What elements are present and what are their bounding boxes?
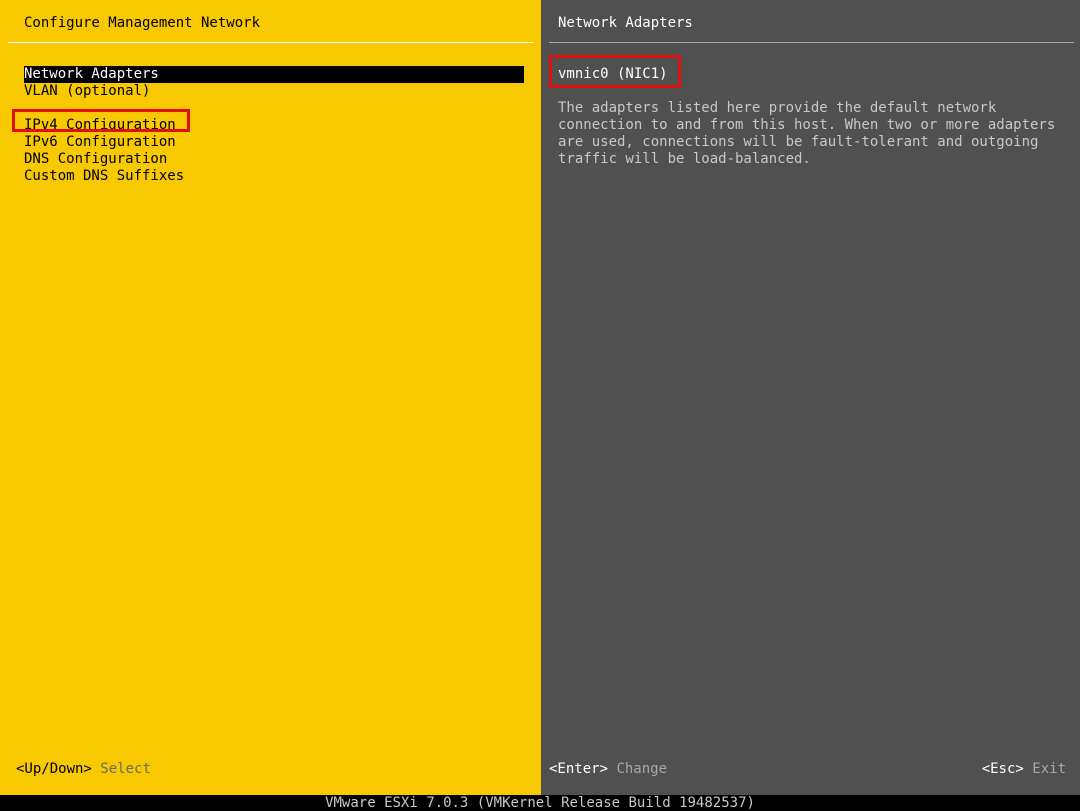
menu-spacer — [24, 100, 524, 117]
menu-item-vlan[interactable]: VLAN (optional) — [24, 83, 524, 100]
enter-key: <Enter> — [549, 761, 609, 777]
configure-management-network-pane: Configure Management Network Network Ada… — [0, 0, 541, 795]
select-hint: <Up/Down> Select — [16, 761, 151, 778]
description-line: The adapters listed here provide the def… — [558, 100, 997, 116]
change-action: Change — [616, 761, 668, 777]
menu-item-dns-configuration[interactable]: DNS Configuration — [24, 151, 524, 168]
menu-item-network-adapters[interactable]: Network Adapters — [24, 66, 524, 83]
management-network-menu: Network Adapters VLAN (optional) IPv4 Co… — [24, 66, 524, 185]
adapter-description: The adapters listed here provide the def… — [558, 100, 1073, 168]
adapter-value: vmnic0 (NIC1) — [558, 66, 668, 82]
exit-hint[interactable]: <Esc> Exit — [982, 761, 1066, 778]
version-footer: VMware ESXi 7.0.3 (VMKernel Release Buil… — [0, 795, 1080, 811]
menu-item-ipv6-configuration[interactable]: IPv6 Configuration — [24, 134, 524, 151]
esc-key: <Esc> — [981, 761, 1024, 777]
description-line: connection to and from this host. When t… — [558, 117, 1056, 133]
description-line: are used, connections will be fault-tole… — [558, 134, 1039, 150]
description-line: traffic will be load-balanced. — [558, 151, 811, 167]
left-pane-title: Configure Management Network — [24, 15, 261, 31]
change-hint[interactable]: <Enter> Change — [549, 761, 667, 778]
exit-action: Exit — [1032, 761, 1066, 777]
esxi-dcui-screen: Configure Management Network Network Ada… — [0, 0, 1080, 811]
select-action: Select — [100, 761, 151, 777]
right-title-divider — [549, 42, 1074, 43]
network-adapters-pane: Network Adapters vmnic0 (NIC1) The adapt… — [541, 0, 1080, 795]
up-down-key: <Up/Down> — [16, 761, 92, 777]
left-title-divider — [8, 42, 533, 43]
menu-item-custom-dns-suffixes[interactable]: Custom DNS Suffixes — [24, 168, 524, 185]
right-pane-title: Network Adapters — [558, 15, 693, 31]
menu-item-ipv4-configuration[interactable]: IPv4 Configuration — [24, 117, 524, 134]
